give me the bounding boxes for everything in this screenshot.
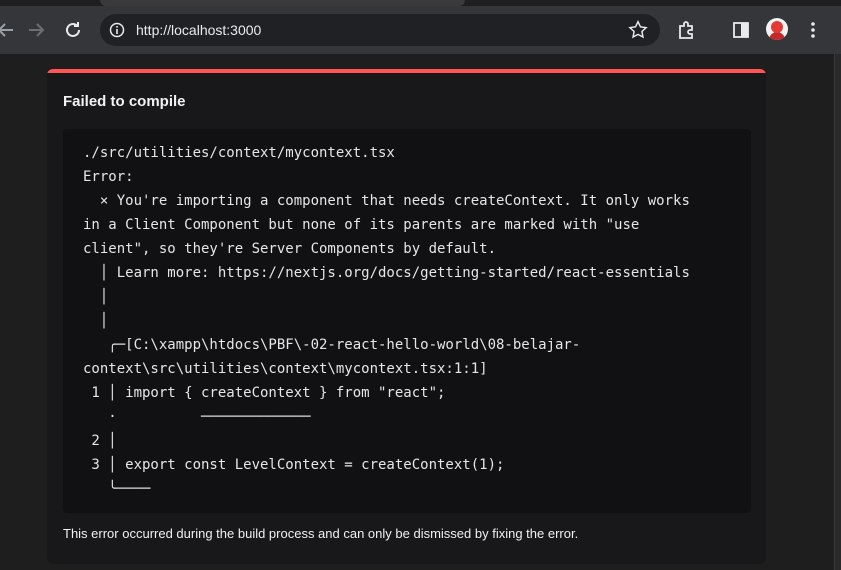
code-line: · ───────────── bbox=[83, 409, 311, 425]
code-line: client", so they're Server Components by… bbox=[83, 241, 497, 257]
back-icon[interactable] bbox=[0, 18, 18, 42]
profile-avatar[interactable] bbox=[766, 18, 788, 40]
code-line: × You're importing a component that need… bbox=[83, 193, 690, 209]
code-line: Error: bbox=[83, 169, 134, 185]
code-line: context\src\utilities\context\mycontext.… bbox=[83, 361, 488, 377]
bookmark-star-icon[interactable] bbox=[627, 19, 649, 41]
browser-toolbar: http://localhost:3000 bbox=[0, 6, 841, 54]
error-overlay-dialog: Failed to compile ./src/utilities/contex… bbox=[47, 69, 766, 564]
dialog-footer-text: This error occurred during the build pro… bbox=[63, 526, 579, 541]
code-line: │ Learn more: https://nextjs.org/docs/ge… bbox=[83, 265, 690, 281]
code-line: ╭─[C:\xampp\htdocs\PBF\-02-react-hello-w… bbox=[83, 337, 581, 353]
extensions-icon[interactable] bbox=[675, 18, 699, 42]
dialog-title: Failed to compile bbox=[63, 93, 186, 110]
code-line: ╰──── bbox=[83, 481, 151, 497]
error-code-block: ./src/utilities/context/mycontext.tsx Er… bbox=[63, 129, 751, 513]
reload-icon[interactable] bbox=[61, 18, 85, 42]
code-line: │ bbox=[83, 289, 109, 305]
error-accent-bar bbox=[47, 69, 766, 73]
url-text[interactable]: http://localhost:3000 bbox=[136, 22, 261, 38]
error-message-text: ./src/utilities/context/mycontext.tsx Er… bbox=[83, 141, 690, 501]
code-line: 3 │ export const LevelContext = createCo… bbox=[83, 457, 505, 473]
devtools-edge bbox=[834, 54, 841, 570]
forward-icon[interactable] bbox=[24, 18, 48, 42]
more-menu-icon[interactable] bbox=[801, 18, 825, 42]
code-line: ./src/utilities/context/mycontext.tsx bbox=[83, 145, 395, 161]
side-panel-icon[interactable] bbox=[729, 18, 753, 42]
address-bar[interactable]: http://localhost:3000 bbox=[100, 14, 660, 46]
code-line: │ bbox=[83, 313, 109, 329]
site-info-icon[interactable] bbox=[109, 22, 125, 38]
code-line: 2 │ bbox=[83, 433, 117, 449]
code-line: 1 │ import { createContext } from "react… bbox=[83, 385, 446, 401]
code-line: in a Client Component but none of its pa… bbox=[83, 217, 640, 233]
